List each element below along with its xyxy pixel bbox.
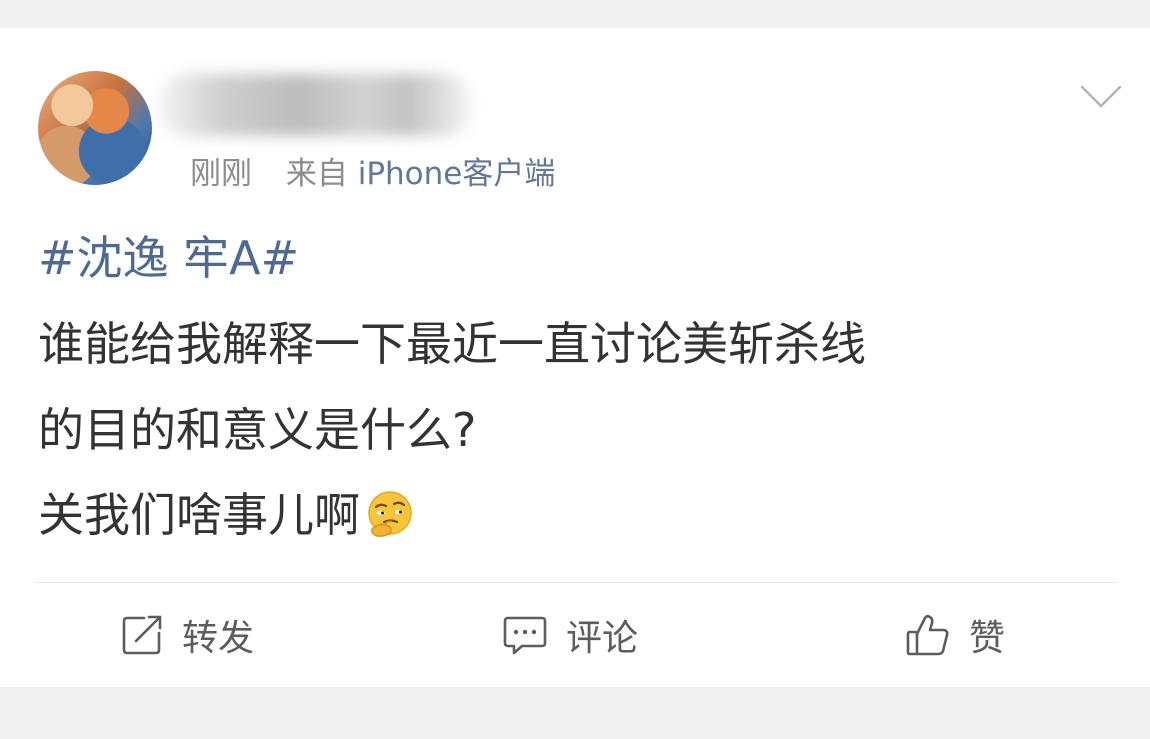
- post-time: 刚刚: [190, 156, 252, 192]
- divider: [36, 582, 1116, 583]
- repost-button[interactable]: 转发: [120, 610, 254, 660]
- post-content-line-3: 关我们啥事儿啊: [38, 484, 1118, 546]
- hashtag-link[interactable]: #沈逸 牢A#: [38, 227, 1118, 289]
- comment-button[interactable]: 评论: [502, 610, 638, 660]
- post-content-line-1: 谁能给我解释一下最近一直讨论美斩杀线: [38, 317, 866, 371]
- post-content-line-3-text: 关我们啥事儿啊: [38, 488, 360, 542]
- post-source[interactable]: iPhone客户端: [358, 156, 556, 192]
- source-prefix: 来自: [285, 156, 348, 192]
- avatar[interactable]: [38, 71, 152, 185]
- chevron-down-icon[interactable]: [1079, 82, 1123, 112]
- like-button[interactable]: 赞: [905, 610, 1005, 660]
- repost-label: 转发: [182, 618, 255, 659]
- like-label: 赞: [969, 618, 1006, 659]
- post-content-line-2: 的目的和意义是什么?: [38, 403, 477, 457]
- comment-label: 评论: [566, 618, 639, 659]
- username-redacted[interactable]: [158, 74, 473, 136]
- post-meta: 刚刚 来自 iPhone客户端: [190, 152, 555, 196]
- thumbs-up-icon: [906, 614, 949, 656]
- comment-icon: [503, 616, 547, 655]
- repost-icon: [122, 615, 162, 655]
- post-card: 刚刚 来自 iPhone客户端 #沈逸 牢A# 谁能给我解释一下最近一直讨论美斩…: [0, 28, 1150, 687]
- thinking-face-emoji-icon: [368, 490, 412, 537]
